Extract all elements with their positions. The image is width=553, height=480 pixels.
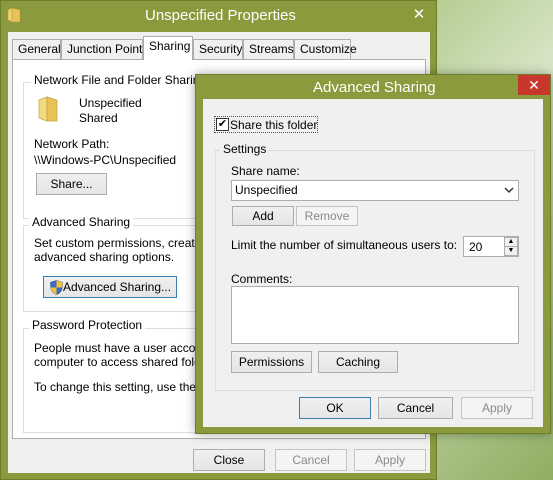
settings-group-title: Settings [220, 142, 270, 156]
properties-close-button[interactable]: ✕ [404, 4, 434, 26]
network-path-value: \\Windows-PC\Unspecified [34, 153, 177, 167]
advanced-sharing-title: Advanced Sharing [313, 79, 436, 96]
tab-general[interactable]: General [12, 39, 61, 59]
tab-junction-points[interactable]: Junction Points [61, 39, 148, 59]
share-button[interactable]: Share... [36, 173, 107, 195]
folder-icon [38, 96, 58, 122]
comments-label: Comments: [231, 272, 293, 286]
advanced-sharing-description-1: Set custom permissions, create mu [34, 236, 222, 250]
limit-users-value: 20 [469, 240, 483, 254]
limit-users-label: Limit the number of simultaneous users t… [231, 238, 458, 252]
tab-security[interactable]: Security [193, 39, 243, 59]
spin-down-arrow-icon[interactable]: ▼ [504, 246, 518, 256]
comments-textarea[interactable] [231, 286, 519, 344]
permissions-button[interactable]: Permissions [231, 351, 312, 373]
properties-title: Unspecified Properties [145, 7, 296, 24]
password-protection-text-3: To change this setting, use the Ne [34, 380, 215, 394]
folder-share-status: Shared [79, 111, 118, 125]
password-protection-group-title: Password Protection [29, 318, 146, 332]
ok-button[interactable]: OK [299, 397, 371, 419]
advanced-sharing-button[interactable]: Advanced Sharing... [43, 276, 177, 298]
network-path-label: Network Path: [34, 137, 110, 151]
properties-apply-button[interactable]: Apply [354, 449, 426, 471]
remove-button[interactable]: Remove [296, 206, 358, 226]
advanced-sharing-client-area: ✔ Share this folder Settings Share name:… [203, 99, 543, 427]
tab-streams[interactable]: Streams [243, 39, 294, 59]
add-button[interactable]: Add [232, 206, 294, 226]
advanced-sharing-close-button[interactable]: ✕ [518, 75, 550, 95]
password-protection-change-text: To change this setting, use the [34, 380, 200, 394]
folder-name: Unspecified [79, 96, 142, 110]
network-sharing-group-title: Network File and Folder Sharing [31, 73, 210, 87]
share-name-label: Share name: [231, 164, 300, 178]
password-protection-text-2: computer to access shared folders [34, 355, 218, 369]
advanced-sharing-description-2: advanced sharing options. [34, 250, 175, 264]
advanced-sharing-titlebar[interactable]: Advanced Sharing ✕ [196, 75, 550, 99]
share-this-folder-checkbox[interactable]: ✔ [216, 118, 229, 131]
advanced-sharing-button-label: Advanced Sharing... [62, 280, 172, 294]
titlebar-folder-icon [7, 7, 21, 23]
tab-sharing[interactable]: Sharing [143, 36, 193, 60]
advanced-apply-button[interactable]: Apply [461, 397, 533, 419]
share-this-folder-label: Share this folder [230, 118, 318, 132]
shield-icon [50, 280, 63, 295]
properties-cancel-button[interactable]: Cancel [275, 449, 347, 471]
properties-titlebar[interactable]: Unspecified Properties ✕ [1, 1, 436, 32]
advanced-sharing-group-title: Advanced Sharing [29, 215, 134, 229]
share-name-value: Unspecified [235, 183, 298, 197]
chevron-down-icon [504, 187, 514, 194]
share-name-dropdown[interactable]: Unspecified [231, 180, 519, 201]
advanced-cancel-button[interactable]: Cancel [378, 397, 453, 419]
limit-users-spinner[interactable]: 20 ▲ ▼ [463, 236, 519, 257]
tab-customize[interactable]: Customize [294, 39, 357, 59]
close-button[interactable]: Close [193, 449, 265, 471]
advanced-sharing-dialog: Advanced Sharing ✕ ✔ Share this folder S… [195, 74, 551, 434]
password-protection-text-1: People must have a user account [34, 341, 213, 355]
caching-button[interactable]: Caching [318, 351, 398, 373]
